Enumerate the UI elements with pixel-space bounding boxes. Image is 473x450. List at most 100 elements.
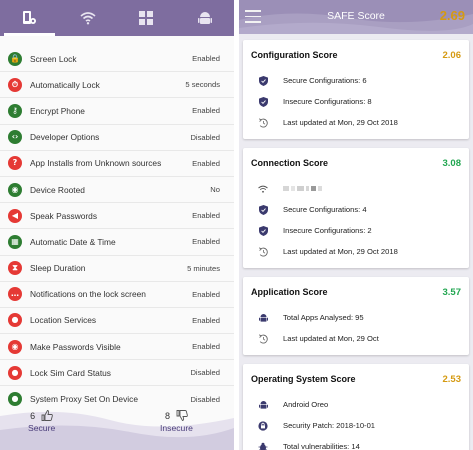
setting-value: Enabled bbox=[192, 289, 220, 299]
page-title: SAFE Score bbox=[327, 10, 385, 22]
android-icon: ◉ bbox=[8, 182, 22, 197]
card-row-text: Last updated at Mon, 29 Oct 2018 bbox=[283, 247, 398, 256]
setting-value: Enabled bbox=[192, 342, 220, 352]
lock-icon: 🔒 bbox=[8, 51, 22, 66]
card-row: Total vulnerabilities: 14 bbox=[243, 436, 469, 450]
secure-summary[interactable]: 6 Secure bbox=[28, 410, 55, 433]
setting-row[interactable]: ◉ Make Passwords Visible Enabled bbox=[0, 334, 234, 361]
card-row-text: Insecure Configurations: 2 bbox=[283, 226, 372, 235]
setting-value: Enabled bbox=[192, 54, 220, 64]
code-icon: ‹› bbox=[8, 130, 22, 145]
setting-row[interactable]: ◀ Speak Passwords Enabled bbox=[0, 203, 234, 230]
setting-value: No bbox=[210, 185, 220, 195]
setting-row[interactable]: ⏱ Automatically Lock 5 seconds bbox=[0, 72, 234, 99]
update-icon bbox=[257, 333, 269, 344]
setting-label: Encrypt Phone bbox=[30, 105, 85, 116]
category-tabbar bbox=[0, 0, 234, 36]
summary-footer: 6 Secure 8 Insecure bbox=[0, 408, 234, 450]
shield-icon bbox=[257, 204, 269, 215]
shield-icon bbox=[257, 75, 269, 86]
card-row bbox=[243, 178, 469, 199]
settings-list: 🔒 Screen Lock Enabled ⏱ Automatically Lock 5 … bbox=[0, 46, 234, 413]
setting-label: Screen Lock bbox=[30, 53, 77, 64]
setting-row[interactable]: ⧗ Sleep Duration 5 minutes bbox=[0, 256, 234, 282]
update-icon bbox=[257, 246, 269, 257]
hourglass-icon: ⧗ bbox=[8, 261, 22, 276]
safe-score-panel: SAFE Score 2.69 Configuration Score 2.06 S… bbox=[239, 0, 473, 450]
card-row: Android Oreo bbox=[243, 394, 469, 415]
card-row-text: Security Patch: 2018-10-01 bbox=[283, 421, 376, 430]
setting-row[interactable]: ? App Installs from Unknown sources Enable… bbox=[0, 151, 234, 177]
phone-settings-icon bbox=[23, 11, 37, 24]
security-patch-icon bbox=[257, 420, 269, 431]
setting-row[interactable]: … Notifications on the lock screen Enabled bbox=[0, 282, 234, 308]
location-pin-icon: ● bbox=[8, 313, 22, 328]
card-row-text: Last updated at Mon, 29 Oct bbox=[283, 334, 379, 343]
tab-connection[interactable] bbox=[59, 0, 118, 36]
timer-lock-icon: ⏱ bbox=[8, 77, 22, 92]
card-header: Application Score 3.57 bbox=[243, 277, 469, 307]
insecure-label: Insecure bbox=[160, 423, 193, 433]
setting-row[interactable]: ● Location Services Enabled bbox=[0, 308, 234, 335]
redacted-network-name bbox=[283, 186, 322, 191]
setting-row[interactable]: ● Lock Sim Card Status Disabled bbox=[0, 360, 234, 387]
apps-grid-icon bbox=[139, 11, 154, 25]
card-score: 2.53 bbox=[442, 373, 462, 385]
setting-value: 5 minutes bbox=[187, 263, 220, 273]
card-row-text: Total Apps Analysed: 95 bbox=[283, 313, 364, 322]
thumbs-up-icon bbox=[41, 410, 53, 421]
card-row-text: Secure Configurations: 6 bbox=[283, 76, 367, 85]
setting-row[interactable]: ⚷ Encrypt Phone Enabled bbox=[0, 98, 234, 125]
card-row: Last updated at Mon, 29 Oct 2018 bbox=[243, 112, 469, 133]
insecure-summary[interactable]: 8 Insecure bbox=[160, 410, 193, 433]
card-title: Operating System Score bbox=[251, 374, 356, 384]
thumbs-down-icon bbox=[176, 410, 188, 421]
android-icon bbox=[257, 313, 269, 323]
card-row: Secure Configurations: 6 bbox=[243, 70, 469, 91]
score-card[interactable]: Operating System Score 2.53 Android Oreo Se… bbox=[243, 364, 469, 450]
tab-operating-system[interactable] bbox=[176, 0, 235, 36]
card-row-text: Total vulnerabilities: 14 bbox=[283, 442, 360, 450]
setting-label: Location Services bbox=[30, 315, 97, 326]
setting-label: Automatically Lock bbox=[30, 79, 100, 90]
chat-icon: … bbox=[8, 287, 22, 302]
card-header: Connection Score 3.08 bbox=[243, 148, 469, 178]
card-header: Operating System Score 2.53 bbox=[243, 364, 469, 394]
location-pin-icon: ● bbox=[8, 392, 22, 407]
tab-applications[interactable] bbox=[117, 0, 176, 36]
setting-label: Automatic Date & Time bbox=[30, 236, 116, 247]
tab-device[interactable] bbox=[0, 0, 59, 36]
card-score: 2.06 bbox=[442, 49, 462, 61]
insecure-count: 8 bbox=[164, 410, 170, 421]
card-row: Security Patch: 2018-10-01 bbox=[243, 415, 469, 436]
card-row-text: Secure Configurations: 4 bbox=[283, 205, 367, 214]
score-card[interactable]: Configuration Score 2.06 Secure Configurat… bbox=[243, 40, 469, 139]
setting-row[interactable]: ‹› Developer Options Disabled bbox=[0, 125, 234, 151]
setting-value: Enabled bbox=[192, 106, 220, 116]
bug-icon bbox=[257, 442, 269, 450]
setting-row[interactable]: ◉ Device Rooted No bbox=[0, 177, 234, 204]
update-icon bbox=[257, 117, 269, 128]
setting-row[interactable]: 🔒 Screen Lock Enabled bbox=[0, 46, 234, 73]
device-settings-panel: 🔒 Screen Lock Enabled ⏱ Automatically Lock 5 … bbox=[0, 0, 234, 450]
card-row: Last updated at Mon, 29 Oct bbox=[243, 328, 469, 349]
setting-value: 5 seconds bbox=[185, 80, 220, 90]
card-row: Secure Configurations: 4 bbox=[243, 199, 469, 220]
setting-value: Enabled bbox=[192, 315, 220, 325]
score-card[interactable]: Connection Score 3.08 Secure Configuration… bbox=[243, 148, 469, 268]
secure-count: 6 bbox=[30, 410, 36, 421]
card-score: 3.08 bbox=[442, 157, 462, 169]
setting-label: Lock Sim Card Status bbox=[30, 367, 111, 378]
card-header: Configuration Score 2.06 bbox=[243, 40, 469, 70]
android-icon bbox=[257, 400, 269, 410]
question-icon: ? bbox=[8, 156, 22, 171]
card-row: Total Apps Analysed: 95 bbox=[243, 307, 469, 328]
calendar-icon: ▦ bbox=[8, 234, 22, 249]
shield-icon bbox=[257, 96, 269, 107]
setting-row[interactable]: ▦ Automatic Date & Time Enabled bbox=[0, 229, 234, 256]
card-row: Insecure Configurations: 2 bbox=[243, 220, 469, 241]
megaphone-icon: ◀ bbox=[8, 208, 22, 223]
score-card[interactable]: Application Score 3.57 Total Apps Analysed… bbox=[243, 277, 469, 355]
setting-value: Disabled bbox=[190, 132, 220, 142]
setting-label: Device Rooted bbox=[30, 184, 85, 195]
